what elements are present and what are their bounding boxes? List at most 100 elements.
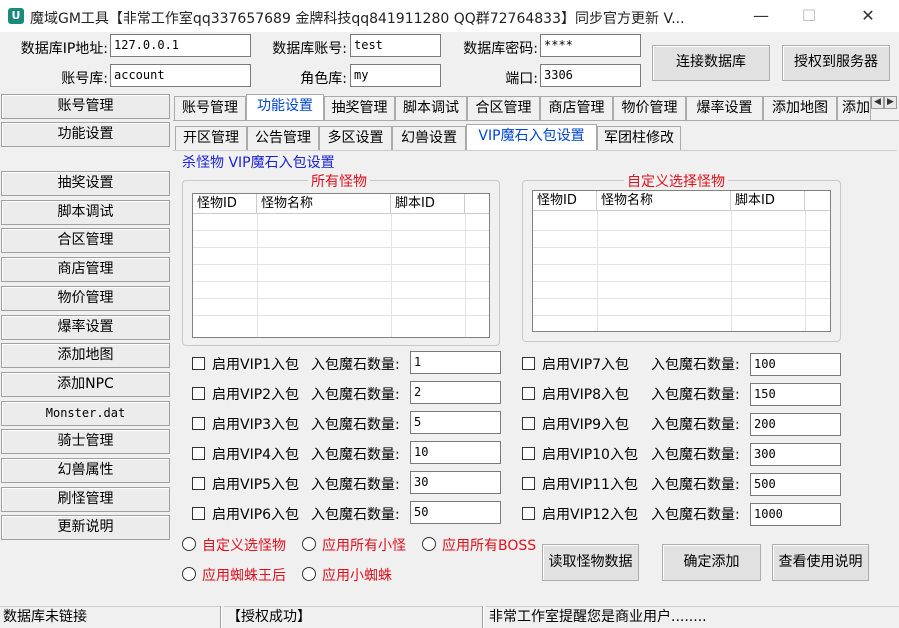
sidebar-item-monster-dat[interactable]: Monster.dat	[1, 401, 170, 426]
vip9-amount-input[interactable]: 200	[750, 413, 841, 436]
vip8-checkbox[interactable]	[522, 387, 535, 400]
column-header-filler	[805, 191, 830, 211]
role-db-input[interactable]: my	[350, 64, 441, 87]
tab-function[interactable]: 功能设置	[246, 94, 324, 120]
sidebar-item-map[interactable]: 添加地图	[1, 343, 170, 368]
close-button[interactable]: ✕	[845, 0, 891, 32]
db-status: 数据库未链接	[0, 606, 220, 628]
custom-monsters-list[interactable]: 怪物ID 怪物名称 脚本ID	[532, 190, 831, 332]
small-spider-radio[interactable]	[302, 567, 316, 581]
vip5-amount-input[interactable]: 30	[410, 471, 501, 494]
amount-label: 入包魔石数量:	[311, 357, 400, 373]
role-db-label: 角色库:	[300, 71, 347, 87]
sidebar-item-pet[interactable]: 幻兽属性	[1, 458, 170, 483]
vip6-amount-input[interactable]: 50	[410, 501, 501, 524]
account-db-input[interactable]: account	[110, 64, 251, 87]
column-header[interactable]: 脚本ID	[731, 191, 805, 211]
vip9-checkbox[interactable]	[522, 417, 535, 430]
maximize-button[interactable]: ☐	[786, 0, 832, 32]
grid-line	[533, 247, 830, 248]
authorize-server-button[interactable]: 授权到服务器	[782, 45, 890, 81]
view-help-button[interactable]: 查看使用说明	[772, 544, 869, 581]
sidebar-item-merge[interactable]: 合区管理	[1, 228, 170, 253]
sidebar-item-script[interactable]: 脚本调试	[1, 200, 170, 225]
column-header[interactable]: 怪物名称	[257, 194, 391, 214]
db-password-input[interactable]: ****	[540, 34, 641, 57]
subtab-vip-magicstone[interactable]: VIP魔石入包设置	[466, 124, 597, 150]
vip3-checkbox[interactable]	[192, 417, 205, 430]
tab-shop[interactable]: 商店管理	[540, 96, 613, 120]
vip2-checkbox[interactable]	[192, 387, 205, 400]
custom-monster-radio[interactable]	[182, 537, 196, 551]
column-header[interactable]: 怪物名称	[597, 191, 731, 211]
amount-label: 入包魔石数量:	[651, 447, 740, 463]
sidebar-item-function[interactable]: 功能设置	[1, 122, 170, 147]
connect-database-button[interactable]: 连接数据库	[652, 45, 770, 81]
column-header[interactable]: 脚本ID	[391, 194, 465, 214]
spider-queen-radio[interactable]	[182, 567, 196, 581]
vip4-checkbox[interactable]	[192, 447, 205, 460]
read-monster-data-button[interactable]: 读取怪物数据	[542, 544, 639, 581]
db-user-label: 数据库账号:	[272, 41, 347, 57]
tab-script[interactable]: 脚本调试	[395, 96, 467, 120]
vip10-checkbox[interactable]	[522, 447, 535, 460]
db-ip-input[interactable]: 127.0.0.1	[110, 34, 251, 57]
vip7-checkbox[interactable]	[522, 357, 535, 370]
status-divider	[482, 606, 484, 628]
column-header[interactable]: 怪物ID	[533, 191, 597, 211]
all-minions-radio[interactable]	[302, 537, 316, 551]
vip2-amount-input[interactable]: 2	[410, 381, 501, 404]
vip11-amount-input[interactable]: 500	[750, 473, 841, 496]
vip1-amount-input[interactable]: 1	[410, 351, 501, 374]
all-minions-radio-label: 应用所有小怪	[322, 538, 406, 554]
vip12-amount-input[interactable]: 1000	[750, 503, 841, 526]
sidebar-item-account[interactable]: 账号管理	[1, 94, 170, 119]
tab-lottery[interactable]: 抽奖管理	[324, 96, 395, 120]
vip3-amount-input[interactable]: 5	[410, 411, 501, 434]
vip6-checkbox[interactable]	[192, 507, 205, 520]
tab-account[interactable]: 账号管理	[174, 96, 246, 120]
vip4-amount-input[interactable]: 10	[410, 441, 501, 464]
vip10-amount-input[interactable]: 300	[750, 443, 841, 466]
subtab-announcement[interactable]: 公告管理	[247, 126, 319, 150]
tab-npc[interactable]: 添加NPC	[837, 96, 871, 120]
subtab-open-server[interactable]: 开区管理	[175, 126, 247, 150]
vip12-label: 启用VIP12入包	[542, 507, 638, 523]
tab-map[interactable]: 添加地图	[763, 96, 837, 120]
sidebar-item-changelog[interactable]: 更新说明	[1, 515, 170, 540]
tab-droprate[interactable]: 爆率设置	[686, 96, 763, 120]
vip11-checkbox[interactable]	[522, 477, 535, 490]
minimize-button[interactable]: —	[738, 0, 784, 32]
tab-scroll-left-icon[interactable]: ◀	[871, 96, 884, 109]
grid-line	[193, 264, 489, 265]
port-input[interactable]: 3306	[540, 64, 641, 87]
subtab-legion-pillar[interactable]: 军团柱修改	[597, 126, 681, 150]
sidebar-item-lottery[interactable]: 抽奖设置	[1, 171, 170, 196]
sidebar-item-npc[interactable]: 添加NPC	[1, 372, 170, 397]
vip8-amount-input[interactable]: 150	[750, 383, 841, 406]
amount-label: 入包魔石数量:	[651, 357, 740, 373]
sidebar-item-spawn[interactable]: 刷怪管理	[1, 487, 170, 512]
vip5-checkbox[interactable]	[192, 477, 205, 490]
vip12-checkbox[interactable]	[522, 507, 535, 520]
sidebar-item-droprate[interactable]: 爆率设置	[1, 315, 170, 340]
db-user-input[interactable]: test	[350, 34, 441, 57]
db-password-label: 数据库密码:	[463, 41, 538, 57]
sidebar-item-knight[interactable]: 骑士管理	[1, 429, 170, 454]
all-monsters-list[interactable]: 怪物ID 怪物名称 脚本ID	[192, 193, 490, 338]
tab-price[interactable]: 物价管理	[613, 96, 686, 120]
tab-scroll-right-icon[interactable]: ▶	[884, 96, 897, 109]
vip6-label: 启用VIP6入包	[212, 507, 300, 523]
sidebar-item-price[interactable]: 物价管理	[1, 286, 170, 311]
title-bar: U 魔域GM工具【非常工作室qq337657689 金牌科技qq84191128…	[0, 0, 899, 32]
grid-line	[533, 315, 830, 316]
column-header[interactable]: 怪物ID	[193, 194, 257, 214]
vip7-amount-input[interactable]: 100	[750, 353, 841, 376]
all-boss-radio[interactable]	[422, 537, 436, 551]
tab-merge[interactable]: 合区管理	[467, 96, 540, 120]
subtab-multi-zone[interactable]: 多区设置	[319, 126, 392, 150]
vip1-checkbox[interactable]	[192, 357, 205, 370]
sidebar-item-shop[interactable]: 商店管理	[1, 257, 170, 282]
subtab-pet-settings[interactable]: 幻兽设置	[392, 126, 466, 150]
confirm-add-button[interactable]: 确定添加	[662, 544, 761, 581]
